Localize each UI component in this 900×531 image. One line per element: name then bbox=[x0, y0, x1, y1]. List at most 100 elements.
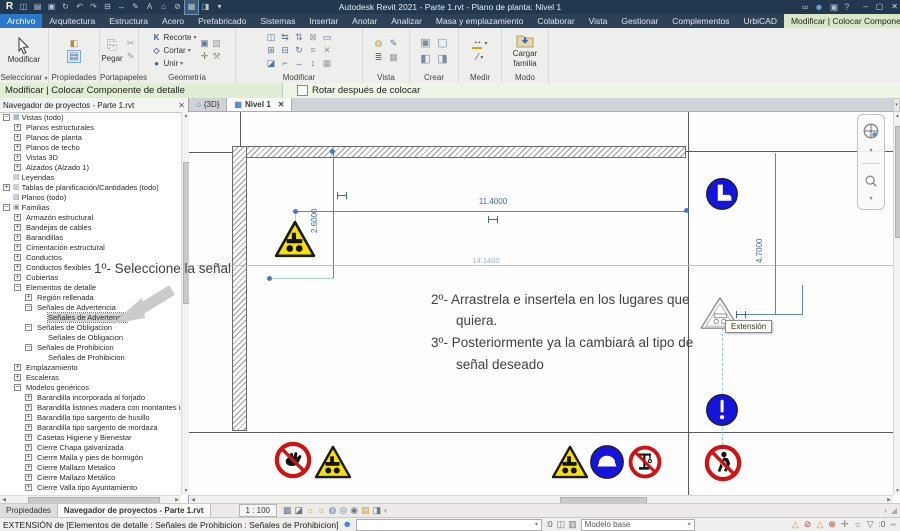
sign-warning-machinery[interactable] bbox=[313, 445, 353, 479]
resize-grip[interactable]: ◢ bbox=[891, 506, 897, 515]
tree-item[interactable]: + Barandilla tipo sargento de mordaza bbox=[0, 422, 181, 432]
cut-profile-icon[interactable]: ≣ bbox=[373, 52, 385, 63]
paint-icon[interactable]: ✛ bbox=[199, 51, 211, 62]
expand-toggle-icon[interactable]: + bbox=[14, 214, 21, 221]
navigation-bar[interactable]: ▾ ▾ bbox=[857, 114, 885, 210]
save-icon[interactable]: ▣ bbox=[45, 0, 58, 14]
cut-icon[interactable]: ✂ bbox=[125, 38, 137, 49]
tree-item[interactable]: + Barandilla incorporada al forjado bbox=[0, 392, 181, 402]
sun-path-icon[interactable]: ☼ bbox=[306, 504, 314, 517]
expand-toggle-icon[interactable]: + bbox=[25, 474, 32, 481]
tree-item-label[interactable]: Cierre Chapa galvanizada bbox=[37, 443, 124, 452]
tree-item-label[interactable]: Cubiertas bbox=[26, 273, 58, 282]
close-icon[interactable]: ✕ bbox=[891, 0, 898, 14]
view-tab[interactable]: ⌂ {3D} ✕ bbox=[189, 98, 226, 111]
tree-item[interactable]: ▤ Leyendas bbox=[0, 172, 181, 182]
tree-item-label[interactable]: Cierre Malla y pies de hormigón bbox=[37, 453, 143, 462]
ribbon-tab[interactable]: Archivo bbox=[0, 14, 42, 28]
match-type-icon[interactable]: ✎ bbox=[125, 51, 137, 62]
tree-item-label[interactable]: Señales de Obligacion bbox=[48, 333, 123, 342]
expand-toggle-icon[interactable]: − bbox=[25, 344, 32, 351]
load-family-button[interactable]: Cargar familia bbox=[513, 33, 537, 68]
ribbon-tab[interactable]: Complementos bbox=[665, 14, 736, 28]
tree-item-label[interactable]: Cierre Mallazo Metalico bbox=[37, 463, 115, 472]
wall-horizontal[interactable] bbox=[232, 146, 686, 158]
sign-prohibition-no-pedestrians[interactable] bbox=[704, 444, 742, 482]
tree-item[interactable]: + Cierre Chapa galvanizada bbox=[0, 442, 181, 452]
dimension-value[interactable]: 14.1400 bbox=[461, 256, 511, 265]
shadows-icon[interactable]: ☼ bbox=[317, 504, 325, 517]
tree-item-label[interactable]: Región rellenada bbox=[37, 293, 94, 302]
tree-item-label[interactable]: Barandilla listones madera con montantes… bbox=[37, 403, 181, 412]
browser-horizontal-scrollbar[interactable]: ◀ ▶ bbox=[0, 495, 181, 503]
tree-item[interactable]: + Vistas 3D bbox=[0, 152, 181, 162]
tree-item-label[interactable]: Vistas 3D bbox=[26, 153, 58, 162]
tree-item-label[interactable]: Planos (todo) bbox=[22, 193, 67, 202]
rotate-icon[interactable]: ↻ bbox=[292, 45, 306, 56]
sync-icon[interactable]: ↻ bbox=[59, 0, 72, 14]
tree-item-label[interactable]: Barandilla incorporada al forjado bbox=[37, 393, 145, 402]
linework-icon[interactable]: ✎ bbox=[388, 38, 400, 49]
ribbon-tab[interactable]: Insertar bbox=[302, 14, 345, 28]
measure-button[interactable]: ↔▾ bbox=[472, 37, 487, 49]
tree-item-label[interactable]: Elementos de detalle bbox=[26, 283, 96, 292]
tree-item-label[interactable]: Barandillas bbox=[26, 233, 63, 242]
ribbon-tab[interactable]: Vista bbox=[582, 14, 615, 28]
tree-item[interactable]: Señales de Prohibicion bbox=[0, 352, 181, 362]
worksets-icon[interactable]: ▥ bbox=[568, 518, 577, 531]
wall-joins-icon[interactable]: ▣ bbox=[199, 38, 211, 49]
ribbon-tab[interactable]: Colaborar bbox=[530, 14, 581, 28]
dimension-value[interactable]: 4.7000 bbox=[755, 239, 764, 263]
user-account-icon[interactable]: ☻ bbox=[814, 0, 823, 14]
rotate-after-place-option[interactable]: Rotar después de colocar bbox=[283, 85, 420, 96]
tree-item[interactable]: + Planos estructurales bbox=[0, 122, 181, 132]
expand-toggle-icon[interactable]: + bbox=[14, 154, 21, 161]
tree-item[interactable]: + Cimentación estructural bbox=[0, 242, 181, 252]
temporary-hide-icon[interactable]: ◉ bbox=[350, 504, 358, 517]
tree-item-label[interactable]: Barandilla tipo sargento de mordaza bbox=[37, 423, 158, 432]
tree-item-label[interactable]: Emplazamiento bbox=[26, 363, 78, 372]
align-icon[interactable]: ◫ bbox=[264, 32, 278, 43]
chevron-down-icon[interactable]: ▾ bbox=[869, 197, 872, 202]
ribbon-tab[interactable]: Sistemas bbox=[253, 14, 302, 28]
dimension-line[interactable] bbox=[197, 265, 893, 266]
expand-toggle-icon[interactable]: + bbox=[14, 264, 21, 271]
expand-toggle-icon[interactable]: − bbox=[3, 204, 10, 211]
extend-icon[interactable]: ⌐ bbox=[278, 58, 292, 68]
offset-icon[interactable]: ⇅ bbox=[292, 32, 306, 43]
expand-toggle-icon[interactable]: + bbox=[14, 134, 21, 141]
maximize-icon[interactable]: ▢ bbox=[876, 0, 884, 14]
cut-geometry-button[interactable]: ◇Cortar▾ bbox=[151, 44, 196, 56]
close-icon[interactable]: ✕ bbox=[278, 100, 285, 109]
open-icon[interactable]: ▤ bbox=[31, 0, 44, 14]
tree-item-label[interactable]: Bandejas de cables bbox=[26, 223, 91, 232]
crop-view-icon[interactable]: ◍ bbox=[329, 504, 337, 517]
mirror-icon[interactable]: ▭ bbox=[320, 32, 334, 43]
tree-item[interactable]: ▧ Planos (todo) bbox=[0, 192, 181, 202]
dimension-grip[interactable] bbox=[330, 149, 335, 154]
editable-only-icon[interactable]: △ bbox=[792, 518, 799, 531]
array-icon[interactable]: ⊟ bbox=[278, 45, 292, 56]
tree-item[interactable]: + Barandilla tipo sargento de husillo bbox=[0, 412, 181, 422]
demolish-icon[interactable]: ⚒ bbox=[211, 51, 223, 62]
properties-palette-icon[interactable]: ▤ bbox=[68, 51, 80, 62]
default-3d-view-icon[interactable]: ⌂ bbox=[157, 0, 170, 14]
expand-toggle-icon[interactable]: + bbox=[25, 444, 32, 451]
expand-toggle-icon[interactable]: + bbox=[14, 124, 21, 131]
ribbon-tab[interactable]: Anotar bbox=[345, 14, 384, 28]
tree-item-label[interactable]: Cierre Mallazo Metálico bbox=[37, 473, 115, 482]
tree-item-label[interactable]: Señales de Prohibicion bbox=[37, 343, 114, 352]
filter-icon[interactable]: ▽ bbox=[867, 518, 874, 531]
create-group-icon[interactable]: ▣ bbox=[420, 36, 432, 49]
grid-icon[interactable]: ▦ bbox=[320, 58, 334, 69]
family-types-icon[interactable]: ◧ bbox=[68, 38, 80, 49]
tree-item-label[interactable]: Conductos bbox=[26, 253, 62, 262]
search-icon[interactable]: ∞ bbox=[802, 0, 808, 14]
expand-toggle-icon[interactable]: + bbox=[14, 374, 21, 381]
print-icon[interactable]: ⊟ bbox=[101, 0, 114, 14]
dimension-line[interactable] bbox=[775, 153, 776, 314]
tree-item[interactable]: + Emplazamiento bbox=[0, 362, 181, 372]
expand-toggle-icon[interactable]: − bbox=[14, 284, 21, 291]
expand-toggle-icon[interactable]: + bbox=[25, 424, 32, 431]
view-scale-button[interactable]: 1 : 100 bbox=[239, 504, 277, 517]
